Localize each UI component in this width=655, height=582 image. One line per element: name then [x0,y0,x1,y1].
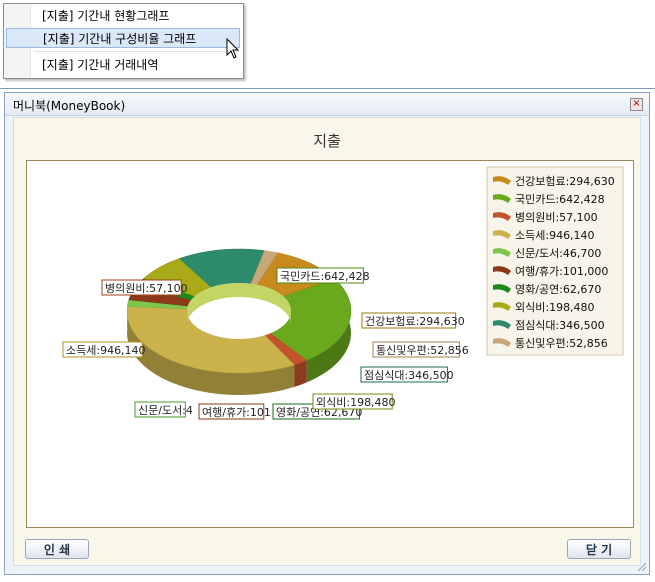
legend-label: 여행/휴가:101,000 [515,265,608,278]
context-menu: [지출] 기간내 현황그래프 [지출] 기간내 구성비율 그래프 [지출] 기간… [3,3,244,79]
legend-label: 점심식대:346,500 [515,319,605,332]
resize-grip-icon[interactable] [635,560,647,572]
chart-title: 지출 [313,132,341,150]
data-label: 통신및우편:52,856 [376,344,469,357]
data-label: 점심식대:346,500 [364,369,454,382]
close-button[interactable]: 닫 기 [567,539,631,559]
close-icon[interactable]: × [630,98,643,111]
menu-separator [34,51,239,52]
legend-label: 영화/공연:62,670 [515,283,601,296]
data-label: 여행/휴가:101 [202,406,271,419]
donut-chart: 건강보험료:294,630 국민카드:642,428 병의원비:57,100 소득세:… [62,166,624,420]
data-label: 신문/도서:4 [138,404,193,417]
window-titlebar[interactable]: 머니북(MoneyBook) × [5,93,649,116]
legend-label: 소득세:946,140 [515,229,595,242]
data-label: 병의원비:57,100 [105,282,188,295]
legend-label: 병의원비:57,100 [515,211,598,224]
legend-label: 국민카드:642,428 [515,193,605,206]
data-label: 국민카드:642,428 [280,270,370,283]
window-title: 머니북(MoneyBook) [13,99,126,113]
divider [0,88,655,89]
data-label: 소득세:946,140 [66,344,146,357]
data-label: 건강보험료:294,630 [365,315,465,328]
legend-label: 통신및우편:52,856 [515,337,608,350]
mouse-cursor-icon [226,38,240,59]
data-label: 외식비:198,480 [316,396,396,409]
legend: 건강보험료:294,630 국민카드:642,428 병의원비:57,100 소득세:… [486,166,624,356]
legend-label: 건강보험료:294,630 [515,175,615,188]
chart-panel: 지출 건강보험료:294,630 국민카드:642,428 병의원비:57,100 소… [13,117,641,566]
legend-label: 신문/도서:46,700 [515,247,601,260]
menu-item-transactions[interactable]: [지출] 기간내 거래내역 [6,55,240,75]
menu-item-ratio-graph[interactable]: [지출] 기간내 구성비율 그래프 [6,28,240,48]
menu-item-status-graph[interactable]: [지출] 기간내 현황그래프 [6,6,240,26]
moneybook-window: 머니북(MoneyBook) × 지출 건강보험료:294,630 국민카드:64… [4,92,650,575]
print-button[interactable]: 인 쇄 [25,539,89,559]
plot-area: 건강보험료:294,630 국민카드:642,428 병의원비:57,100 소득세:… [26,160,634,528]
legend-label: 외식비:198,480 [515,301,595,314]
